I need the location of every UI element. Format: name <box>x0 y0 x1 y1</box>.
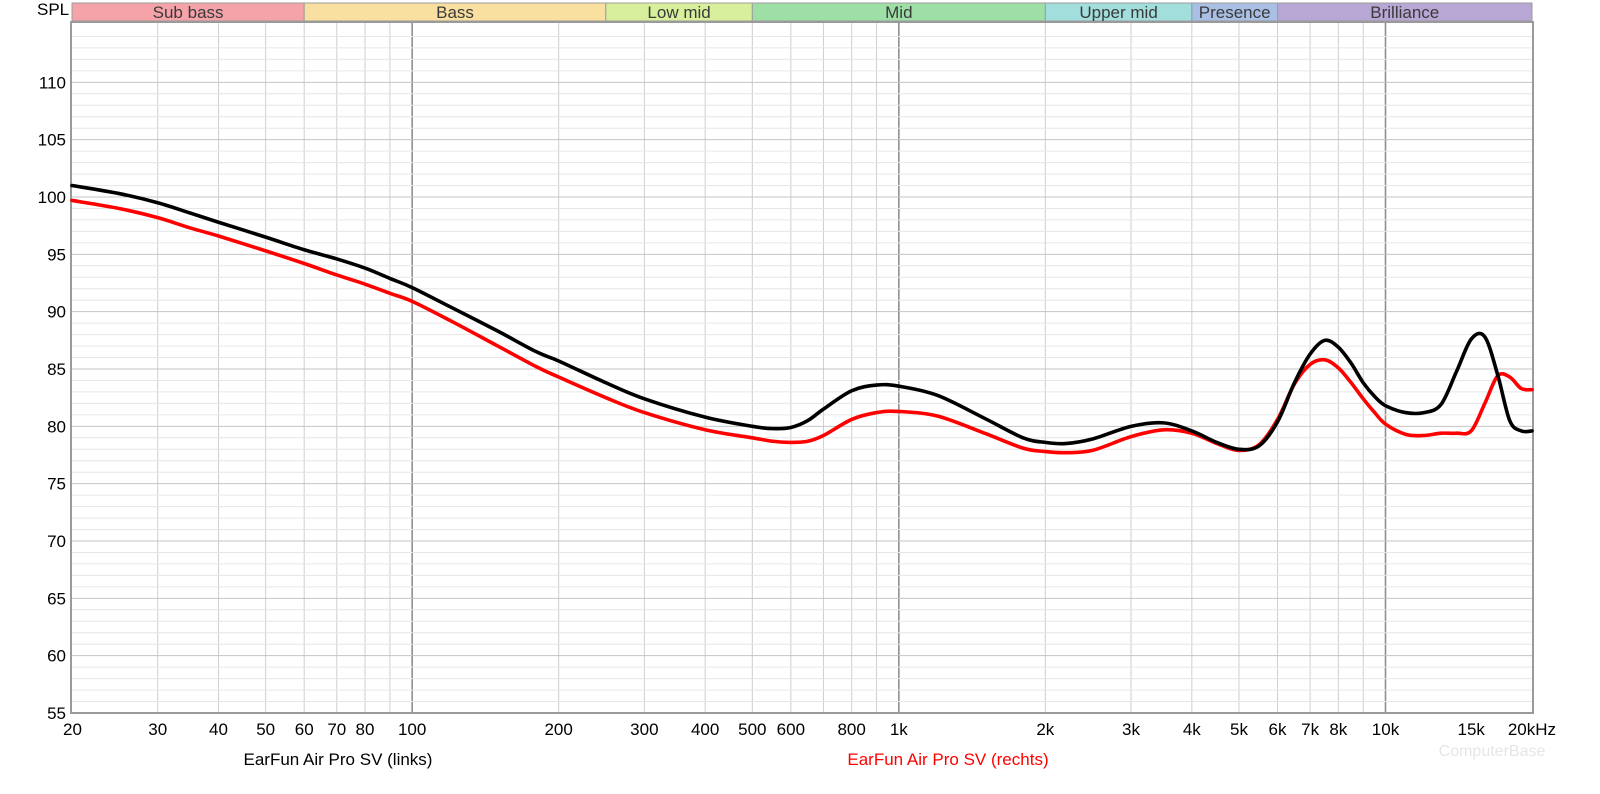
x-tick-6k: 6k <box>1269 720 1287 739</box>
y-tick-70: 70 <box>47 532 66 551</box>
y-tick-95: 95 <box>47 245 66 264</box>
x-tick-3k: 3k <box>1122 720 1140 739</box>
x-tick-600: 600 <box>777 720 805 739</box>
y-tick-60: 60 <box>47 647 66 666</box>
band-label-3: Mid <box>885 3 912 22</box>
x-tick-10k: 10k <box>1372 720 1400 739</box>
x-tick-4k: 4k <box>1183 720 1201 739</box>
y-tick-65: 65 <box>47 589 66 608</box>
x-tick-60: 60 <box>295 720 314 739</box>
y-tick-90: 90 <box>47 303 66 322</box>
band-label-5: Presence <box>1199 3 1271 22</box>
y-tick-110: 110 <box>39 73 66 92</box>
y-axis-label: SPL <box>37 0 69 19</box>
x-tick-500: 500 <box>738 720 766 739</box>
x-tick-800: 800 <box>837 720 865 739</box>
frequency-response-chart: Sub bass Bass Low mid Mid Upper mid Presence B… <box>0 0 1600 794</box>
x-tick-400: 400 <box>691 720 719 739</box>
y-tick-100: 100 <box>38 188 66 207</box>
x-tick-5k: 5k <box>1230 720 1248 739</box>
band-label-2: Low mid <box>647 3 710 22</box>
band-label-4: Upper mid <box>1079 3 1157 22</box>
y-tick-105: 105 <box>38 131 66 150</box>
x-tick-100: 100 <box>398 720 426 739</box>
frequency-bands: Sub bass Bass Low mid Mid Upper mid Presence B… <box>71 2 1533 22</box>
x-tick-7k: 7k <box>1301 720 1319 739</box>
x-tick-200: 200 <box>544 720 572 739</box>
watermark-text: ComputerBase <box>1439 743 1546 760</box>
band-label-6: Brilliance <box>1370 3 1439 22</box>
y-tick-80: 80 <box>47 417 66 436</box>
x-tick-20: 20 <box>63 720 82 739</box>
y-tick-85: 85 <box>47 360 66 379</box>
x-tick-300: 300 <box>630 720 658 739</box>
x-tick-20kHz: 20kHz <box>1508 720 1556 739</box>
x-tick-30: 30 <box>148 720 167 739</box>
x-tick-50: 50 <box>256 720 275 739</box>
band-label-0: Sub bass <box>153 3 224 22</box>
x-tick-40: 40 <box>209 720 228 739</box>
x-tick-70: 70 <box>327 720 346 739</box>
x-tick-8k: 8k <box>1329 720 1347 739</box>
y-tick-75: 75 <box>47 475 66 494</box>
x-tick-15k: 15k <box>1457 720 1485 739</box>
x-tick-80: 80 <box>356 720 375 739</box>
legend-item-0: EarFun Air Pro SV (links) <box>244 750 433 769</box>
band-label-1: Bass <box>436 3 474 22</box>
legend-item-1: EarFun Air Pro SV (rechts) <box>847 750 1048 769</box>
watermark-logo: ComputerBase <box>1439 743 1546 760</box>
x-tick-1k: 1k <box>890 720 908 739</box>
x-tick-2k: 2k <box>1036 720 1054 739</box>
